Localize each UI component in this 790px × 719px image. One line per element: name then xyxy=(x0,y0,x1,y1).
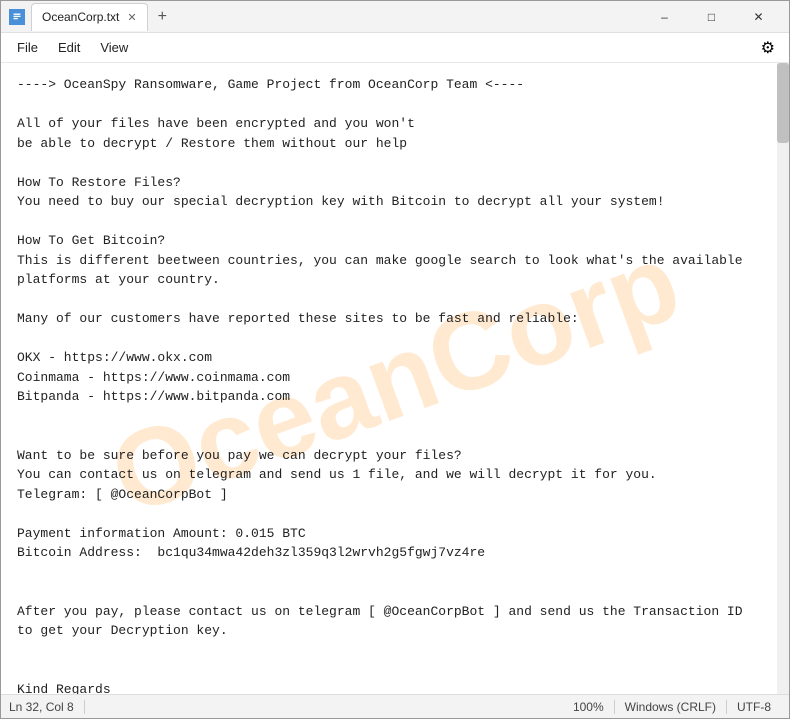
window-controls: – □ ✕ xyxy=(642,1,781,33)
menu-view[interactable]: View xyxy=(92,36,136,59)
settings-icon[interactable]: ⚙ xyxy=(755,36,781,60)
text-content: ----> OceanSpy Ransomware, Game Project … xyxy=(1,63,789,694)
active-tab[interactable]: OceanCorp.txt ✕ xyxy=(31,3,148,31)
title-bar: OceanCorp.txt ✕ + – □ ✕ xyxy=(1,1,789,33)
close-button[interactable]: ✕ xyxy=(736,1,781,33)
menu-bar: File Edit View ⚙ xyxy=(1,33,789,63)
app-icon xyxy=(9,9,25,25)
line-endings: Windows (CRLF) xyxy=(615,700,727,714)
menu-file[interactable]: File xyxy=(9,36,46,59)
zoom-level: 100% xyxy=(563,700,615,714)
main-window: OceanCorp.txt ✕ + – □ ✕ File Edit View ⚙… xyxy=(0,0,790,719)
tabs-area: OceanCorp.txt ✕ + xyxy=(31,3,642,31)
cursor-position: Ln 32, Col 8 xyxy=(9,700,85,714)
maximize-button[interactable]: □ xyxy=(689,1,734,33)
menu-edit[interactable]: Edit xyxy=(50,36,88,59)
content-area[interactable]: OceanCorp ----> OceanSpy Ransomware, Gam… xyxy=(1,63,789,694)
new-tab-button[interactable]: + xyxy=(150,4,175,30)
minimize-button[interactable]: – xyxy=(642,1,687,33)
tab-close-button[interactable]: ✕ xyxy=(127,11,136,24)
encoding: UTF-8 xyxy=(727,700,781,714)
menu-items: File Edit View xyxy=(9,36,136,59)
status-bar: Ln 32, Col 8 100% Windows (CRLF) UTF-8 xyxy=(1,694,789,718)
tab-label: OceanCorp.txt xyxy=(42,10,119,24)
